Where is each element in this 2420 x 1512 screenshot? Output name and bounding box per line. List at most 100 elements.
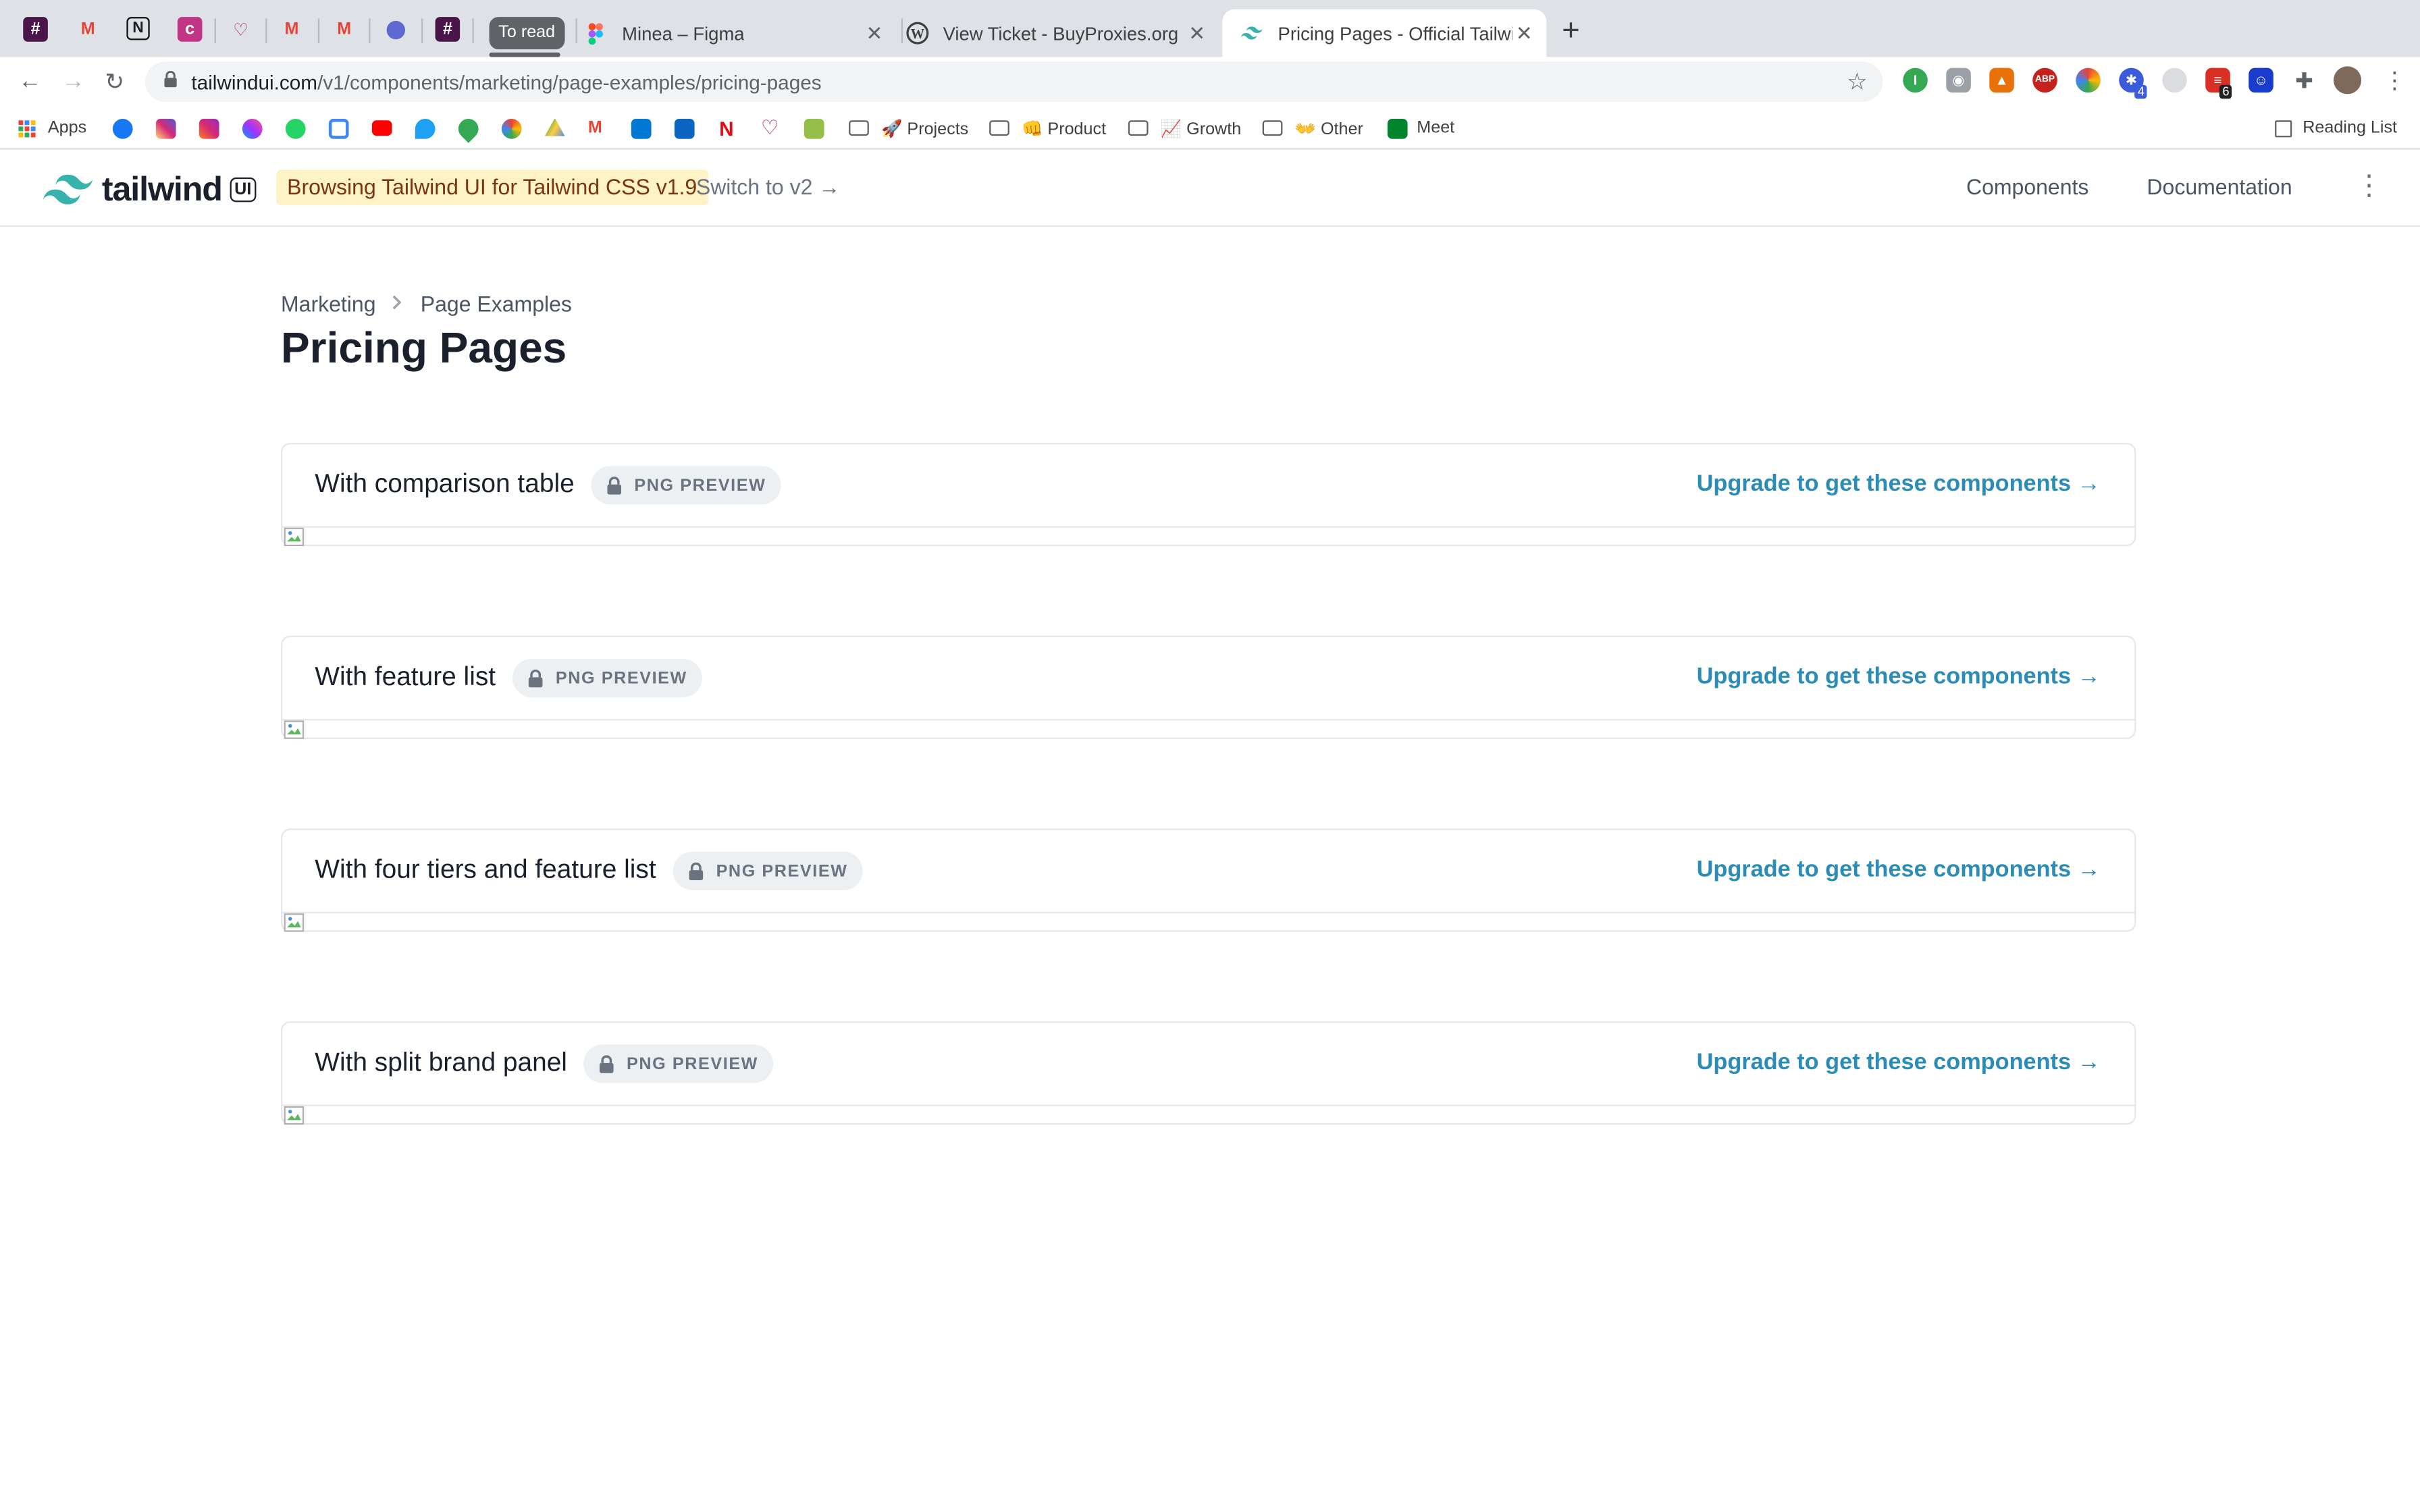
gmail-icon[interactable]: M: [76, 17, 101, 42]
reload-icon[interactable]: ↻: [105, 68, 124, 96]
more-menu-icon[interactable]: ⋮: [2355, 169, 2383, 202]
bookmark-label: 📈 Growth: [1160, 119, 1242, 138]
camera-extension-icon[interactable]: ◉: [1946, 68, 1971, 93]
bookmark-star-icon[interactable]: ☆: [1847, 68, 1868, 96]
calendar-icon[interactable]: [328, 115, 358, 140]
tab-buyproxies[interactable]: W View Ticket - BuyProxies.org ✕: [904, 9, 1219, 57]
twitter-icon[interactable]: [415, 115, 444, 140]
puzzle-icon[interactable]: ✚: [2292, 67, 2317, 93]
linkedin-icon[interactable]: [674, 115, 704, 140]
google-drive-icon[interactable]: [544, 115, 574, 140]
badge-label: PNG PREVIEW: [555, 668, 687, 688]
extension-icon[interactable]: ▲: [1989, 68, 2014, 93]
lock-icon: [599, 1054, 614, 1073]
bookmark-folder-projects[interactable]: 🚀 Projects: [849, 115, 968, 140]
upgrade-link[interactable]: Upgrade to get these components →: [1697, 470, 2101, 497]
tab-separator: [472, 18, 474, 43]
broken-image-icon: [284, 913, 305, 932]
bookmarks-bar: Apps M N ♡ 🚀 Projects 👊 Product 📈 Growth…: [0, 105, 2420, 150]
upgrade-link[interactable]: Upgrade to get these components →: [1697, 1049, 2101, 1075]
bookmark-meet[interactable]: Meet: [1387, 115, 1454, 140]
site-header: tailwind UI Browsing Tailwind UI for Tai…: [0, 149, 2420, 227]
tab-separator: [214, 18, 216, 43]
component-card: With feature list PNG PREVIEW Upgrade to…: [280, 635, 2136, 739]
close-tab-icon[interactable]: ✕: [866, 22, 883, 47]
extension-icon[interactable]: I: [1903, 68, 1928, 93]
bookmark-label: Reading List: [2303, 118, 2398, 138]
tailwind-logo-icon: [43, 174, 93, 205]
tab-title: Pricing Pages - Official Tailwind: [1278, 22, 1512, 45]
extension-badge: 6: [2219, 84, 2233, 99]
breadcrumb-page-examples[interactable]: Page Examples: [421, 292, 572, 317]
extension-icon[interactable]: [2162, 68, 2187, 93]
nav-components[interactable]: Components: [1966, 174, 2088, 199]
slack-icon[interactable]: #: [435, 17, 461, 42]
url-domain: tailwindui.com: [191, 71, 318, 94]
tab-group-chip[interactable]: To read: [489, 17, 564, 50]
bookmark-apps[interactable]: Apps: [18, 115, 86, 140]
meet-icon: [1387, 117, 1408, 138]
card-title: With feature list: [315, 662, 496, 691]
close-tab-icon[interactable]: ✕: [1516, 22, 1533, 47]
upgrade-link[interactable]: Upgrade to get these components →: [1697, 857, 2101, 883]
slack-icon[interactable]: #: [23, 17, 48, 42]
version-notice: Browsing Tailwind UI for Tailwind CSS v1…: [276, 169, 708, 205]
svg-text:W: W: [910, 27, 924, 42]
nav-documentation[interactable]: Documentation: [2147, 174, 2292, 199]
whatsapp-icon[interactable]: [285, 115, 315, 140]
gmail-icon[interactable]: M: [588, 115, 602, 140]
apps-grid-icon: [18, 119, 36, 137]
card-header: With comparison table PNG PREVIEW Upgrad…: [282, 444, 2135, 528]
outlook-icon[interactable]: [631, 115, 660, 140]
bookmark-label: 🚀 Projects: [881, 119, 969, 138]
browser-menu-icon[interactable]: ⋮: [2383, 66, 2406, 94]
profile-avatar[interactable]: [2333, 66, 2362, 94]
broken-image-icon: [284, 527, 305, 547]
tab-pricing-pages[interactable]: Pricing Pages - Official Tailwind ✕: [1222, 9, 1547, 57]
card-header: With four tiers and feature list PNG PRE…: [282, 830, 2135, 914]
tab-separator: [265, 18, 267, 43]
breadcrumb-marketing[interactable]: Marketing: [281, 292, 375, 317]
png-preview-badge: PNG PREVIEW: [512, 658, 703, 698]
instagram-icon[interactable]: [199, 115, 228, 140]
tailwind-ui-logo[interactable]: tailwind UI: [43, 169, 257, 209]
notion-icon[interactable]: N: [126, 17, 150, 40]
netflix-icon[interactable]: N: [719, 115, 733, 140]
shopify-icon[interactable]: [804, 115, 833, 140]
extension-icon[interactable]: ☺: [2248, 68, 2273, 93]
url-text: tailwindui.com/v1/components/marketing/p…: [191, 71, 821, 94]
gmail-icon[interactable]: M: [332, 17, 357, 42]
badge-label: PNG PREVIEW: [626, 1054, 759, 1073]
gmail-icon[interactable]: M: [280, 17, 305, 42]
back-icon[interactable]: ←: [18, 68, 41, 94]
badge-label: PNG PREVIEW: [634, 476, 766, 495]
switch-to-v2-link[interactable]: Switch to v2 →: [696, 174, 840, 199]
bookmark-folder-growth[interactable]: 📈 Growth: [1128, 115, 1241, 140]
linear-icon[interactable]: [383, 17, 408, 42]
youtube-icon[interactable]: [371, 115, 401, 140]
reading-list-button[interactable]: Reading List: [2275, 115, 2397, 140]
bookmark-folder-other[interactable]: 👐 Other: [1262, 115, 1363, 140]
bookmark-folder-product[interactable]: 👊 Product: [989, 115, 1106, 140]
forward-icon[interactable]: →: [61, 68, 84, 94]
app-icon[interactable]: c: [177, 17, 203, 42]
messenger-icon[interactable]: [242, 115, 271, 140]
upgrade-link[interactable]: Upgrade to get these components →: [1697, 664, 2101, 690]
png-preview-badge: PNG PREVIEW: [591, 466, 782, 505]
tab-figma[interactable]: Minea – Figma ✕: [583, 9, 897, 57]
facebook-icon[interactable]: [112, 115, 142, 140]
new-tab-icon[interactable]: +: [1562, 16, 1580, 47]
heart-icon[interactable]: ♡: [228, 17, 253, 42]
address-bar[interactable]: tailwindui.com/v1/components/marketing/p…: [144, 61, 1883, 102]
photos-icon[interactable]: [501, 115, 531, 140]
url-path: /v1/components/marketing/page-examples/p…: [317, 71, 822, 94]
maps-pin-icon[interactable]: [454, 113, 488, 142]
page-title: Pricing Pages: [280, 323, 567, 372]
close-tab-icon[interactable]: ✕: [1188, 22, 1205, 47]
adblock-icon[interactable]: ABP: [2032, 68, 2057, 93]
component-card: With four tiers and feature list PNG PRE…: [280, 828, 2136, 932]
heart-icon[interactable]: ♡: [761, 115, 779, 140]
colorpicker-extension-icon[interactable]: [2076, 68, 2101, 93]
instagram-icon[interactable]: [155, 115, 185, 140]
tab-separator: [317, 18, 320, 43]
